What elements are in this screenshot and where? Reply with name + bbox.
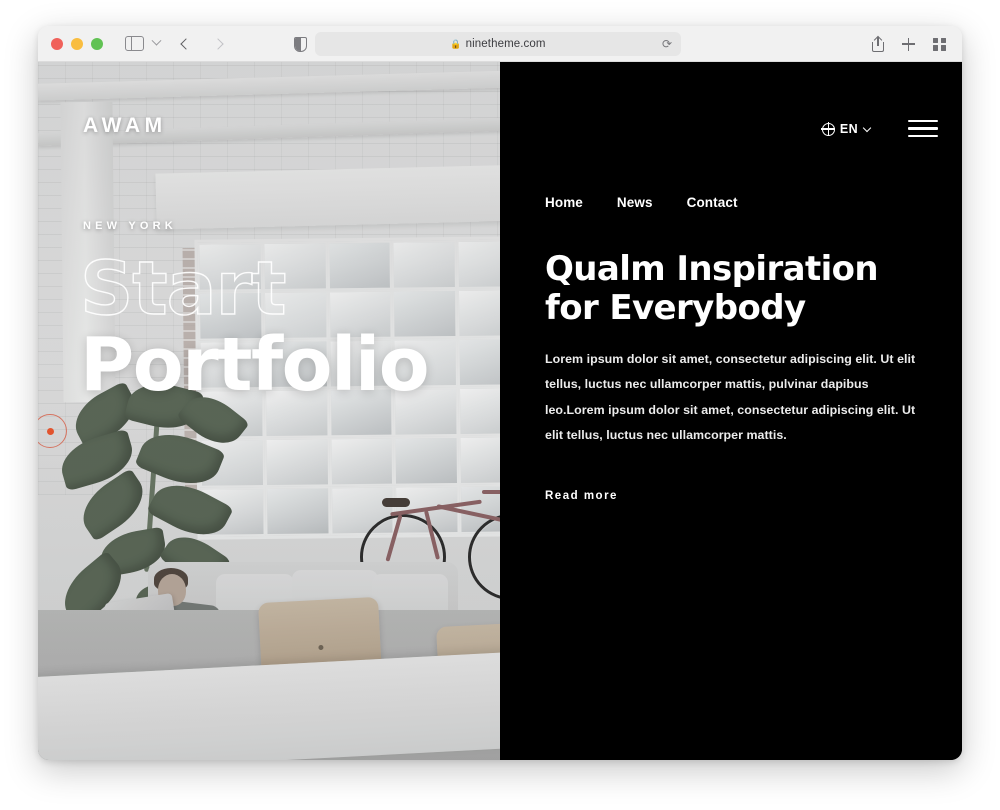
screenshot-root: 🔒 ninetheme.com ⟳ AWAM NEW YORK Start Po… [0,0,1000,810]
reload-icon[interactable]: ⟳ [662,38,672,50]
sidebar-toggle-icon[interactable] [125,35,144,52]
toolbar-right-controls [872,26,946,62]
nav-item-contact[interactable]: Contact [687,195,738,210]
lock-icon: 🔒 [450,38,462,49]
primary-nav: Home News Contact [545,195,738,210]
hero-photo-pane: AWAM NEW YORK Start Portfolio [38,62,500,760]
globe-icon [821,122,836,136]
close-window-button[interactable] [51,37,63,50]
minimize-window-button[interactable] [71,37,83,50]
hero-title-outline: Start [79,246,287,332]
chevron-down-icon [862,123,872,132]
browser-toolbar: 🔒 ninetheme.com ⟳ [38,26,962,62]
content-panel: EN Home News Contact Qualm Inspiration f… [500,62,962,760]
language-label: EN [839,122,858,136]
window-controls [51,37,103,50]
site-logo[interactable]: AWAM [83,114,167,138]
loft-interior-photo [38,62,500,760]
panel-headline: Qualm Inspiration for Everybody [545,249,879,329]
language-switcher[interactable]: EN [821,122,872,136]
hero-eyebrow: NEW YORK [83,220,177,232]
forward-arrow-icon [212,37,224,50]
address-bar-content: 🔒 ninetheme.com [450,38,545,50]
toolbar-left-controls [103,35,224,52]
back-arrow-icon[interactable] [180,37,192,50]
tab-overview-icon[interactable] [933,37,946,51]
address-bar-url: ninetheme.com [465,38,546,50]
nav-item-news[interactable]: News [617,195,653,210]
browser-window: 🔒 ninetheme.com ⟳ AWAM NEW YORK Start Po… [38,26,962,760]
hero-title-solid: Portfolio [80,322,430,408]
webpage-viewport: AWAM NEW YORK Start Portfolio EN Home Ne… [38,62,962,760]
share-icon[interactable] [872,35,884,52]
nav-item-home[interactable]: Home [545,195,583,210]
read-more-link[interactable]: Read more [545,490,618,502]
hamburger-menu-button[interactable] [908,120,938,137]
photo-overlay-shade [38,62,500,760]
address-bar[interactable]: 🔒 ninetheme.com ⟳ [315,32,681,56]
zoom-window-button[interactable] [91,37,103,50]
reader-shield-icon[interactable] [294,37,307,52]
new-tab-icon[interactable] [902,37,915,51]
panel-paragraph: Lorem ipsum dolor sit amet, consectetur … [545,352,916,443]
chevron-down-icon[interactable] [151,35,162,46]
